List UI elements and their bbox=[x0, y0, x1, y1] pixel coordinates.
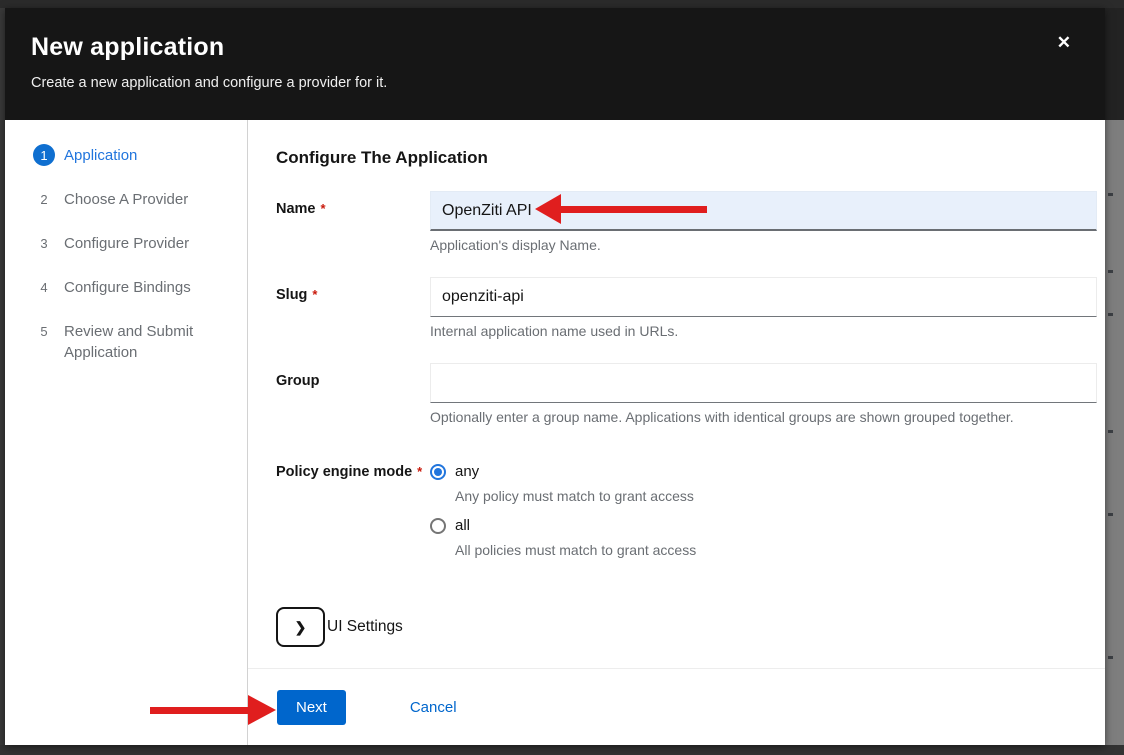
backdrop-top bbox=[0, 0, 1124, 8]
group-form-row: Group Optionally enter a group name. App… bbox=[276, 363, 1097, 425]
step-number-badge: 4 bbox=[33, 276, 55, 298]
slug-helper-text: Internal application name used in URLs. bbox=[430, 323, 1097, 339]
wizard-step-nav: 1 Application 2 Choose A Provider 3 Conf… bbox=[5, 120, 248, 745]
radio-all-label[interactable]: all bbox=[455, 517, 470, 534]
slug-label: Slug* bbox=[276, 277, 430, 339]
group-helper-text: Optionally enter a group name. Applicati… bbox=[430, 409, 1097, 425]
modal-subtitle: Create a new application and configure a… bbox=[31, 75, 1079, 91]
step-number-badge: 5 bbox=[33, 320, 55, 342]
backdrop-speck bbox=[1108, 430, 1113, 433]
backdrop-speck bbox=[1108, 270, 1113, 273]
slug-form-row: Slug* Internal application name used in … bbox=[276, 277, 1097, 339]
ui-settings-label: UI Settings bbox=[327, 618, 403, 636]
step-label: Choose A Provider bbox=[64, 188, 188, 210]
radio-any[interactable] bbox=[430, 464, 446, 480]
wizard-step-choose-provider[interactable]: 2 Choose A Provider bbox=[33, 188, 235, 210]
policy-mode-option-any: any bbox=[430, 463, 1097, 480]
screen: New application Create a new application… bbox=[0, 0, 1124, 755]
cancel-link[interactable]: Cancel bbox=[410, 699, 457, 716]
step-number-badge: 2 bbox=[33, 188, 55, 210]
name-label: Name* bbox=[276, 191, 430, 253]
step-number-badge: 3 bbox=[33, 232, 55, 254]
required-asterisk: * bbox=[312, 287, 317, 302]
step-number-badge: 1 bbox=[33, 144, 55, 166]
wizard-step-review-submit[interactable]: 5 Review and Submit Application bbox=[33, 320, 235, 363]
wizard-step-configure-bindings[interactable]: 4 Configure Bindings bbox=[33, 276, 235, 298]
step-label: Configure Provider bbox=[64, 232, 189, 254]
step-label: Configure Bindings bbox=[64, 276, 191, 298]
wizard-step-application[interactable]: 1 Application bbox=[33, 144, 235, 166]
backdrop-speck bbox=[1108, 656, 1113, 659]
chevron-right-icon[interactable]: ❯ bbox=[276, 607, 325, 647]
backdrop-bottom bbox=[0, 745, 1124, 755]
wizard-main: Configure The Application Name* Applicat… bbox=[248, 120, 1105, 745]
new-application-modal: New application Create a new application… bbox=[5, 8, 1105, 745]
modal-title: New application bbox=[31, 33, 1079, 62]
close-icon[interactable]: ✕ bbox=[1053, 30, 1075, 55]
backdrop-right-dark bbox=[1105, 8, 1124, 120]
name-input[interactable] bbox=[430, 191, 1097, 231]
modal-header: New application Create a new application… bbox=[5, 8, 1105, 120]
wizard-content: Configure The Application Name* Applicat… bbox=[248, 120, 1105, 668]
radio-all[interactable] bbox=[430, 518, 446, 534]
wizard-footer: Next Cancel bbox=[248, 668, 1105, 745]
policy-mode-option-all: all bbox=[430, 517, 1097, 534]
step-label: Application bbox=[64, 144, 137, 166]
name-form-row: Name* Application's display Name. bbox=[276, 191, 1097, 253]
required-asterisk: * bbox=[321, 201, 326, 216]
wizard-step-configure-provider[interactable]: 3 Configure Provider bbox=[33, 232, 235, 254]
group-input[interactable] bbox=[430, 363, 1097, 403]
backdrop-speck bbox=[1108, 193, 1113, 196]
group-label: Group bbox=[276, 363, 430, 425]
policy-mode-label: Policy engine mode* bbox=[276, 463, 430, 571]
radio-any-label[interactable]: any bbox=[455, 463, 479, 480]
step-label: Review and Submit Application bbox=[64, 320, 235, 363]
next-button[interactable]: Next bbox=[277, 690, 346, 725]
page-title: Configure The Application bbox=[276, 148, 1097, 168]
radio-any-helper-text: Any policy must match to grant access bbox=[455, 488, 1097, 504]
required-asterisk: * bbox=[417, 464, 422, 479]
backdrop-right bbox=[1105, 8, 1124, 745]
modal-body: 1 Application 2 Choose A Provider 3 Conf… bbox=[5, 120, 1105, 745]
policy-mode-form-row: Policy engine mode* any Any policy must … bbox=[276, 463, 1097, 571]
backdrop-speck bbox=[1108, 313, 1113, 316]
ui-settings-expander: ❯ UI Settings bbox=[276, 607, 1097, 647]
slug-input[interactable] bbox=[430, 277, 1097, 317]
backdrop-speck bbox=[1108, 513, 1113, 516]
name-helper-text: Application's display Name. bbox=[430, 237, 1097, 253]
radio-all-helper-text: All policies must match to grant access bbox=[455, 542, 1097, 558]
